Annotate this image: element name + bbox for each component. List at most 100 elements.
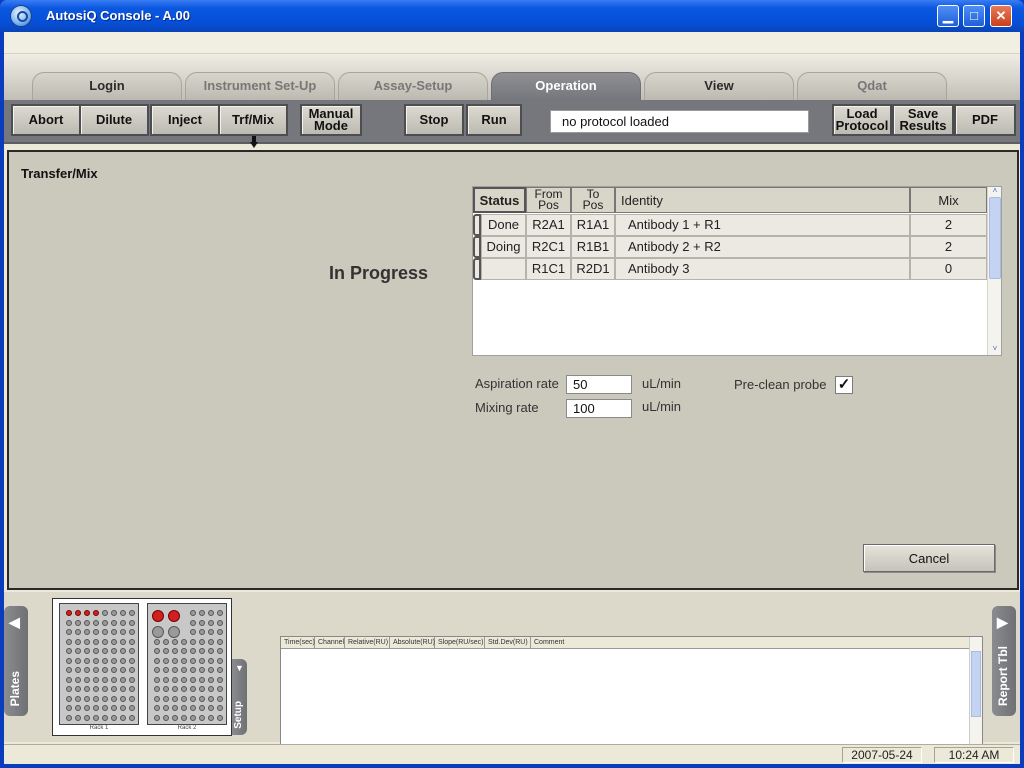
rack-well[interactable]	[111, 667, 117, 673]
rack-well[interactable]	[84, 648, 90, 654]
rack-well[interactable]	[152, 610, 164, 622]
rack-well[interactable]	[217, 657, 223, 664]
rack-well[interactable]	[129, 686, 135, 692]
rack-well[interactable]	[111, 610, 117, 616]
rack-well[interactable]	[208, 686, 214, 692]
rack-well[interactable]	[75, 705, 81, 711]
rack-well[interactable]	[93, 686, 99, 692]
rack-well[interactable]	[129, 610, 135, 616]
rack-well[interactable]	[84, 657, 90, 664]
row-selector[interactable]	[473, 214, 481, 236]
report-col-stddev[interactable]: Std.Dev(RU)	[485, 637, 531, 649]
rack-well[interactable]	[66, 619, 72, 626]
rack-well[interactable]	[120, 648, 126, 654]
rack-well[interactable]	[111, 705, 117, 711]
rack-well[interactable]	[208, 648, 214, 654]
rack-well[interactable]	[208, 676, 214, 683]
rack-well[interactable]	[84, 705, 90, 711]
rack-well[interactable]	[172, 676, 178, 683]
rack-well[interactable]	[111, 648, 117, 654]
rack-well[interactable]	[84, 619, 90, 626]
row-selector[interactable]	[473, 236, 481, 258]
rack-well[interactable]	[199, 610, 205, 616]
close-button[interactable]: ✕	[990, 5, 1012, 27]
rack-well[interactable]	[66, 705, 72, 711]
rack-well[interactable]	[217, 667, 223, 673]
rack-well[interactable]	[93, 705, 99, 711]
rack-well[interactable]	[217, 610, 223, 616]
rack-well[interactable]	[199, 619, 205, 626]
report-col-comment[interactable]: Comment	[531, 637, 963, 649]
transfer-table[interactable]: Status From Pos To Pos Identity Mix Done…	[472, 186, 1002, 356]
stop-button[interactable]: Stop	[404, 104, 464, 136]
rack-well[interactable]	[208, 619, 214, 626]
rack-well[interactable]	[190, 638, 196, 645]
rack-well[interactable]	[163, 657, 169, 664]
rack-well[interactable]	[93, 610, 99, 616]
rack-well[interactable]	[75, 619, 81, 626]
tab-view[interactable]: View	[644, 72, 794, 100]
rack-well[interactable]	[93, 667, 99, 673]
rack-well[interactable]	[190, 657, 196, 664]
rack-well[interactable]	[129, 638, 135, 645]
rack-well[interactable]	[66, 676, 72, 683]
rack-well[interactable]	[208, 667, 214, 673]
rack-well[interactable]	[129, 657, 135, 664]
rack-well[interactable]	[190, 648, 196, 654]
rack-well[interactable]	[181, 686, 187, 692]
rack-well[interactable]	[102, 714, 108, 721]
abort-button[interactable]: Abort	[11, 104, 81, 136]
rack-well[interactable]	[168, 626, 180, 638]
inject-button[interactable]: Inject	[150, 104, 220, 136]
tab-operation[interactable]: Operation	[491, 72, 641, 100]
rack-well[interactable]	[102, 667, 108, 673]
rack-well[interactable]	[190, 695, 196, 702]
rack-well[interactable]	[217, 714, 223, 721]
rack-well[interactable]	[93, 714, 99, 721]
rack-well[interactable]	[154, 676, 160, 683]
rack-well[interactable]	[172, 705, 178, 711]
rack-well[interactable]	[93, 638, 99, 645]
rack-well[interactable]	[129, 648, 135, 654]
rack-well[interactable]	[93, 619, 99, 626]
tab-login[interactable]: Login	[32, 72, 182, 100]
header-identity[interactable]: Identity	[615, 187, 910, 213]
rack-well[interactable]	[111, 714, 117, 721]
table-row[interactable]: Done R2A1 R1A1 Antibody 1 + R1 2	[473, 214, 987, 236]
rack-well[interactable]	[111, 676, 117, 683]
header-mix[interactable]: Mix	[910, 187, 987, 213]
rack-well[interactable]	[102, 657, 108, 664]
report-scrollbar[interactable]	[969, 637, 982, 759]
rack-well[interactable]	[120, 695, 126, 702]
scroll-down-icon[interactable]: ˅	[990, 345, 1000, 353]
rack-well[interactable]	[217, 695, 223, 702]
rack-well[interactable]	[66, 648, 72, 654]
row-selector[interactable]	[473, 258, 481, 280]
rack-well[interactable]	[120, 619, 126, 626]
rack-well[interactable]	[172, 648, 178, 654]
rack-well[interactable]	[172, 695, 178, 702]
rack-well[interactable]	[102, 610, 108, 616]
rack-well[interactable]	[154, 667, 160, 673]
table-row[interactable]: R1C1 R2D1 Antibody 3 0	[473, 258, 987, 280]
rack-well[interactable]	[129, 667, 135, 673]
rack-well[interactable]	[181, 676, 187, 683]
rack-well[interactable]	[181, 638, 187, 645]
rack-well[interactable]	[102, 676, 108, 683]
rack-well[interactable]	[129, 676, 135, 683]
rack-well[interactable]	[84, 610, 90, 616]
rack-well[interactable]	[102, 705, 108, 711]
rack-well[interactable]	[75, 648, 81, 654]
maximize-button[interactable]: □	[963, 5, 985, 27]
report-col-slope[interactable]: Slope(RU/sec)	[435, 637, 485, 649]
rack-well[interactable]	[181, 695, 187, 702]
rack-well[interactable]	[199, 686, 205, 692]
rack-well[interactable]	[75, 667, 81, 673]
rack-well[interactable]	[75, 676, 81, 683]
rack-well[interactable]	[181, 657, 187, 664]
save-results-button[interactable]: Save Results	[892, 104, 954, 136]
rack-well[interactable]	[181, 648, 187, 654]
rack-well[interactable]	[190, 714, 196, 721]
dilute-button[interactable]: Dilute	[79, 104, 149, 136]
rack-well[interactable]	[129, 695, 135, 702]
